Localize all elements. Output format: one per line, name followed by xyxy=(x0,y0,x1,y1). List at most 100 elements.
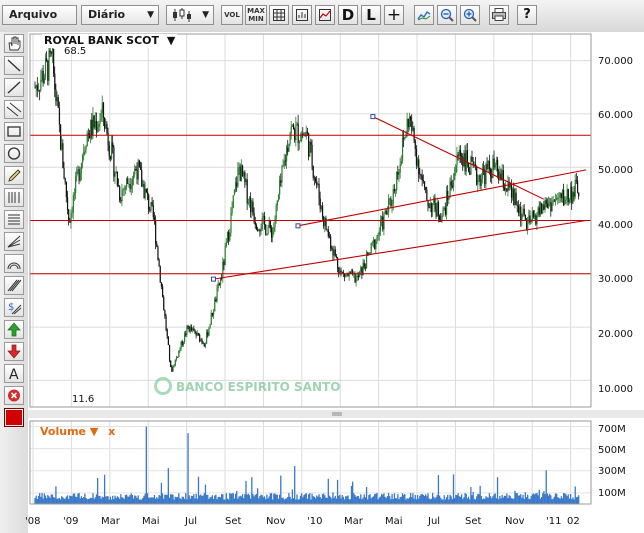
log-l-button[interactable]: L xyxy=(361,5,381,25)
candle-body xyxy=(521,213,523,221)
candle-body xyxy=(312,166,314,178)
volume-bar xyxy=(231,493,233,504)
candle-body xyxy=(156,243,158,247)
volume-bar xyxy=(450,496,452,504)
candle-body xyxy=(546,203,549,208)
scale-button[interactable] xyxy=(292,5,312,25)
candle-body xyxy=(130,185,132,190)
hand-tool-button[interactable] xyxy=(4,34,24,53)
volume-bar xyxy=(362,497,364,504)
volume-bar xyxy=(320,498,323,504)
period-select[interactable]: Diário ▼ xyxy=(81,5,159,25)
candle-body xyxy=(563,190,565,205)
candle-body xyxy=(259,229,261,232)
candle-body xyxy=(66,197,69,210)
retracement-tool-button[interactable] xyxy=(4,210,24,229)
volume-bar xyxy=(558,497,560,504)
candlestick-icon xyxy=(173,8,191,22)
indicators-button[interactable] xyxy=(414,5,434,25)
candle-body xyxy=(206,332,208,344)
volume-bar xyxy=(303,495,305,504)
text-tool-button[interactable]: A xyxy=(4,364,24,383)
volume-bar xyxy=(462,498,464,504)
gann-tool-button[interactable] xyxy=(4,276,24,295)
channel-tool-button[interactable] xyxy=(4,100,24,119)
candle-body xyxy=(116,171,118,186)
file-menu[interactable]: Arquivo xyxy=(2,5,77,25)
chevron-down-icon[interactable]: ▼ xyxy=(90,425,98,438)
candle-body xyxy=(486,164,488,169)
volume-bar xyxy=(569,493,572,504)
volume-bar xyxy=(397,494,399,504)
volume-bar xyxy=(218,496,221,504)
print-button[interactable] xyxy=(489,5,509,25)
volume-bar xyxy=(259,496,261,504)
volume-bar xyxy=(376,492,378,504)
candle-body xyxy=(427,200,429,207)
candle-body xyxy=(458,149,460,157)
sell-arrow-button[interactable] xyxy=(4,342,24,361)
fibonacci-tool-button[interactable] xyxy=(4,188,24,207)
help-button[interactable]: ? xyxy=(517,5,537,25)
candle-body xyxy=(119,186,121,201)
grid-button[interactable] xyxy=(269,5,289,25)
pencil-tool-button[interactable] xyxy=(4,166,24,185)
y-tick-label: 50.000 xyxy=(598,165,633,176)
x-tick-label: Mar xyxy=(344,516,363,527)
line-tool-button[interactable] xyxy=(4,56,24,75)
candle-body xyxy=(515,192,517,205)
candle-body xyxy=(182,341,185,346)
dollar-tool-button[interactable]: $ xyxy=(4,298,24,317)
chevron-down-icon[interactable]: ▼ xyxy=(167,34,175,47)
volume-bar xyxy=(276,494,278,504)
price-chart[interactable] xyxy=(28,32,644,533)
candle-body xyxy=(70,213,72,223)
candle-body xyxy=(245,179,247,182)
ellipse-tool-button[interactable] xyxy=(4,144,24,163)
ellipse-icon xyxy=(7,147,21,160)
volume-bar xyxy=(202,495,204,504)
color-picker-button[interactable] xyxy=(4,408,24,427)
max-min-toggle-button[interactable]: MAX MIN xyxy=(245,5,267,25)
volume-bar xyxy=(489,496,492,504)
chart-panel[interactable]: ROYAL BANK SCOT ▼ 68.5 11.6 BANCO ESPIRI… xyxy=(25,32,644,533)
candle-body xyxy=(155,219,157,244)
candle-body xyxy=(537,207,539,216)
volume-bar xyxy=(129,494,131,504)
ray-tool-button[interactable] xyxy=(4,78,24,97)
daily-d-button[interactable]: D xyxy=(338,5,358,25)
buy-arrow-button[interactable] xyxy=(4,320,24,339)
volume-bar xyxy=(383,493,385,504)
candle-body xyxy=(428,206,430,208)
close-volume-button[interactable]: x xyxy=(108,425,115,438)
volume-bar xyxy=(482,498,485,504)
zoom-in-button[interactable] xyxy=(460,5,480,25)
candle-body xyxy=(391,204,393,206)
gann-lines-icon xyxy=(7,279,22,292)
fan-tool-button[interactable] xyxy=(4,232,24,251)
crosshair-button[interactable]: + xyxy=(384,5,404,25)
volume-bar xyxy=(444,499,447,504)
x-tick-label: Mai xyxy=(385,516,403,527)
y-tick-label: 30.000 xyxy=(598,274,633,285)
candle-body xyxy=(100,113,102,121)
volume-bar xyxy=(557,497,559,504)
candle-body xyxy=(268,220,270,229)
y-tick-label: 10.000 xyxy=(598,384,633,395)
arc-tool-button[interactable] xyxy=(4,254,24,273)
chart-type-select[interactable]: ▼ xyxy=(166,5,214,25)
zoom-out-button[interactable] xyxy=(437,5,457,25)
volume-bar xyxy=(318,494,320,504)
volume-bar xyxy=(123,498,125,504)
candle-body xyxy=(197,332,200,335)
candle-body xyxy=(472,161,474,165)
candle-body xyxy=(184,333,186,342)
volume-toggle-button[interactable]: VOL xyxy=(221,5,243,25)
candle-body xyxy=(426,189,428,201)
delete-drawings-button[interactable] xyxy=(4,386,24,405)
compare-button[interactable] xyxy=(315,5,335,25)
candle-body xyxy=(333,249,335,256)
chart-title[interactable]: ROYAL BANK SCOT ▼ xyxy=(42,34,178,48)
candle-body xyxy=(296,123,298,126)
rectangle-tool-button[interactable] xyxy=(4,122,24,141)
